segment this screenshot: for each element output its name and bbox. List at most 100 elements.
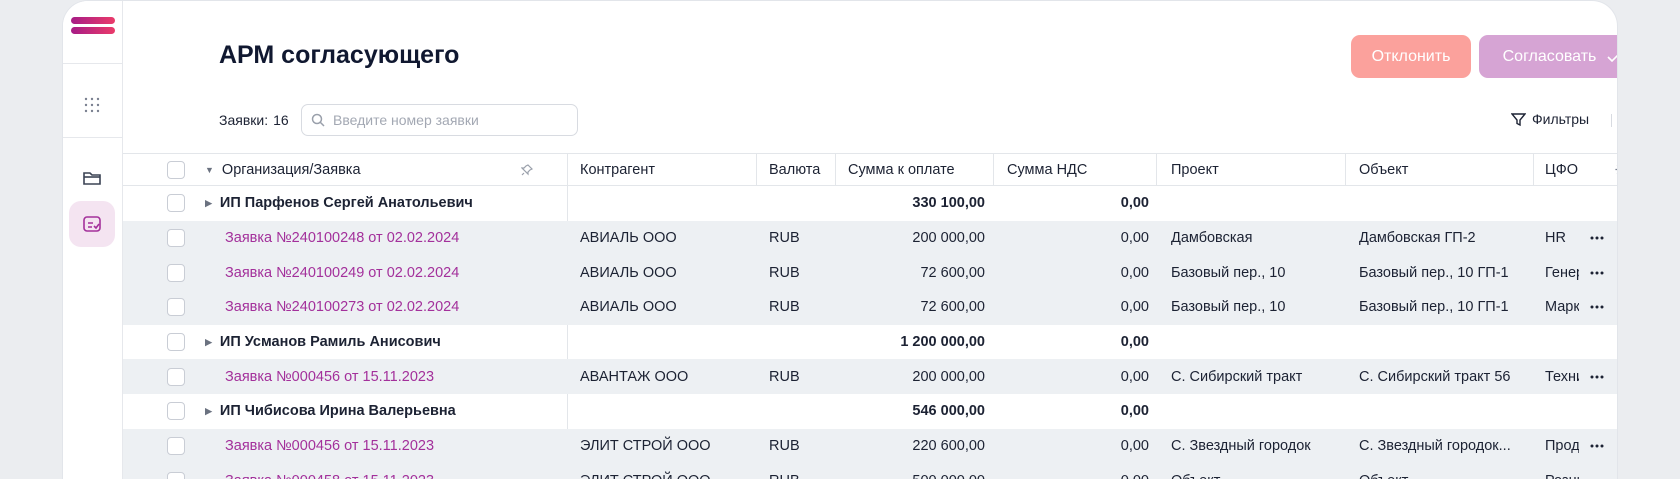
row-checkbox[interactable] xyxy=(167,194,185,213)
sidebar-rail xyxy=(63,1,123,479)
toolbar-divider xyxy=(1611,114,1612,127)
request-link[interactable]: Заявка №240100248 от 02.02.2024 xyxy=(205,221,525,256)
request-count: Заявки: 16 xyxy=(219,112,289,128)
expand-caret-icon[interactable]: ▶ xyxy=(205,337,212,348)
row-checkbox[interactable] xyxy=(167,263,185,282)
apps-grid-icon[interactable] xyxy=(69,82,115,128)
column-header-cfo[interactable]: ЦФО xyxy=(1545,154,1611,185)
table-row[interactable]: Заявка №000456 от 15.11.2023 ЭЛИТ СТРОЙ О… xyxy=(123,428,1617,464)
requests-table: ▼ Организация/Заявка Контрагент Валюта С… xyxy=(123,153,1617,479)
group-row[interactable]: ▶ ИП Чибисова Ирина Валерьевна 546 000,00 0… xyxy=(123,394,1617,429)
group-row[interactable]: ▶ ИП Усманов Рамиль Анисович 1 200 000,00 0… xyxy=(123,324,1617,360)
expand-caret-icon[interactable]: ▶ xyxy=(205,406,212,417)
vat-cell: 0,00 xyxy=(1120,438,1149,455)
counterparty-cell: АВИАЛЬ ООО xyxy=(580,264,677,281)
more-actions-icon[interactable] xyxy=(1579,255,1615,291)
request-link[interactable]: Заявка №000456 от 15.11.2023 xyxy=(205,359,525,394)
pin-icon[interactable] xyxy=(521,154,535,185)
column-header-counterparty[interactable]: Контрагент xyxy=(580,154,760,185)
filters-button[interactable]: Фильтры xyxy=(1511,111,1589,127)
column-header-object[interactable]: Объект xyxy=(1359,154,1529,185)
select-all-checkbox[interactable] xyxy=(167,160,185,179)
group-sum: 546 000,00 xyxy=(912,403,985,420)
group-name: ИП Парфенов Сергей Анатольевич xyxy=(219,195,473,212)
project-cell: Базовый пер., 10 xyxy=(1171,264,1286,281)
folder-icon[interactable] xyxy=(69,155,115,201)
group-vat: 0,00 xyxy=(1120,195,1149,212)
column-header-project[interactable]: Проект xyxy=(1171,154,1351,185)
payment-sum-cell: 200 000,00 xyxy=(912,368,985,385)
vat-cell: 0,00 xyxy=(1120,299,1149,316)
group-name-cell[interactable]: ▶ ИП Парфенов Сергей Анатольевич xyxy=(205,186,525,221)
approve-button[interactable]: Согласовать xyxy=(1479,35,1617,78)
row-checkbox[interactable] xyxy=(167,298,185,317)
object-cell: Базовый пер., 10 ГП-1 xyxy=(1359,299,1509,316)
group-sum: 330 100,00 xyxy=(912,195,985,212)
request-link[interactable]: Заявка №240100249 от 02.02.2024 xyxy=(205,255,525,290)
request-link[interactable]: Заявка №000458 от 15.11.2023 xyxy=(205,464,525,479)
column-header-currency[interactable]: Валюта xyxy=(769,154,839,185)
vat-cell: 0,00 xyxy=(1120,368,1149,385)
request-count-label: Заявки: xyxy=(219,112,269,128)
table-header-row: ▼ Организация/Заявка Контрагент Валюта С… xyxy=(123,153,1617,186)
collapse-all-caret-icon[interactable]: ▼ xyxy=(205,165,214,175)
column-header-organization-label: Организация/Заявка xyxy=(221,161,361,178)
row-checkbox[interactable] xyxy=(167,333,185,352)
column-header-organization[interactable]: ▼ Организация/Заявка xyxy=(205,154,525,185)
payment-sum-cell: 72 600,00 xyxy=(920,299,985,316)
counterparty-cell: АВИАЛЬ ООО xyxy=(580,299,677,316)
table-body: ▶ ИП Парфенов Сергей Анатольевич 330 100,0… xyxy=(123,186,1617,479)
group-name: ИП Усманов Рамиль Анисович xyxy=(219,334,441,351)
group-vat: 0,00 xyxy=(1120,403,1149,420)
request-link[interactable]: Заявка №000456 от 15.11.2023 xyxy=(205,429,525,464)
request-link[interactable]: Заявка №240100273 от 02.02.2024 xyxy=(205,290,525,325)
group-name: ИП Чибисова Ирина Валерьевна xyxy=(219,403,456,420)
approvals-document-icon[interactable] xyxy=(69,201,115,247)
row-checkbox[interactable] xyxy=(167,402,185,421)
project-cell: Базовый пер., 10 xyxy=(1171,299,1286,316)
row-checkbox[interactable] xyxy=(167,367,185,386)
counterparty-cell: АВАНТАЖ ООО xyxy=(580,368,689,385)
row-checkbox[interactable] xyxy=(167,229,185,248)
group-sum: 1 200 000,00 xyxy=(900,334,985,351)
project-cell: С. Звездный городок xyxy=(1171,438,1311,455)
object-cell: Базовый пер., 10 ГП-1 xyxy=(1359,264,1509,281)
filter-icon xyxy=(1511,112,1526,126)
more-actions-icon[interactable] xyxy=(1579,463,1615,479)
more-actions-icon[interactable] xyxy=(1579,220,1615,256)
brand-logo[interactable] xyxy=(71,17,115,35)
row-checkbox[interactable] xyxy=(167,471,185,479)
check-icon xyxy=(1607,54,1617,62)
table-row[interactable]: Заявка №240100273 от 02.02.2024 АВИАЛЬ ОО… xyxy=(123,290,1617,325)
approve-button-label: Согласовать xyxy=(1502,47,1597,65)
table-row[interactable]: Заявка №000458 от 15.11.2023 ЭЛИТ СТРОЙ О… xyxy=(123,463,1617,479)
currency-cell: RUB xyxy=(769,464,839,479)
search-box[interactable] xyxy=(301,104,578,136)
column-divider xyxy=(567,324,568,360)
object-cell: С. Звездный городок... xyxy=(1359,438,1511,455)
vat-cell: 0,00 xyxy=(1120,264,1149,281)
table-row[interactable]: Заявка №240100249 от 02.02.2024 АВИАЛЬ ОО… xyxy=(123,255,1617,291)
search-icon xyxy=(311,113,325,127)
row-checkbox[interactable] xyxy=(167,437,185,456)
main-content: АРМ согласующего Отклонить Согласовать З… xyxy=(123,1,1617,479)
currency-cell: RUB xyxy=(769,230,800,247)
currency-cell: RUB xyxy=(769,299,800,316)
more-actions-icon[interactable] xyxy=(1579,359,1615,395)
group-row[interactable]: ▶ ИП Парфенов Сергей Анатольевич 330 100,0… xyxy=(123,186,1617,221)
project-cell: Объект xyxy=(1171,464,1351,479)
search-input[interactable] xyxy=(333,112,563,128)
table-row[interactable]: Заявка №000456 от 15.11.2023 АВАНТАЖ ООО R… xyxy=(123,359,1617,395)
more-actions-icon[interactable] xyxy=(1579,428,1615,464)
group-name-cell[interactable]: ▶ ИП Усманов Рамиль Анисович xyxy=(205,325,525,360)
more-actions-icon[interactable] xyxy=(1579,290,1615,325)
column-settings-gear-icon[interactable] xyxy=(1614,154,1617,185)
group-name-cell[interactable]: ▶ ИП Чибисова Ирина Валерьевна xyxy=(205,394,525,429)
column-header-vat[interactable]: Сумма НДС xyxy=(1007,154,1087,185)
table-row[interactable]: Заявка №240100248 от 02.02.2024 АВИАЛЬ ОО… xyxy=(123,220,1617,256)
reject-button[interactable]: Отклонить xyxy=(1351,35,1471,78)
column-header-payment-sum[interactable]: Сумма к оплате xyxy=(848,154,955,185)
app-window: АРМ согласующего Отклонить Согласовать З… xyxy=(62,0,1618,479)
counterparty-cell: АВИАЛЬ ООО xyxy=(580,230,677,247)
expand-caret-icon[interactable]: ▶ xyxy=(205,198,212,209)
